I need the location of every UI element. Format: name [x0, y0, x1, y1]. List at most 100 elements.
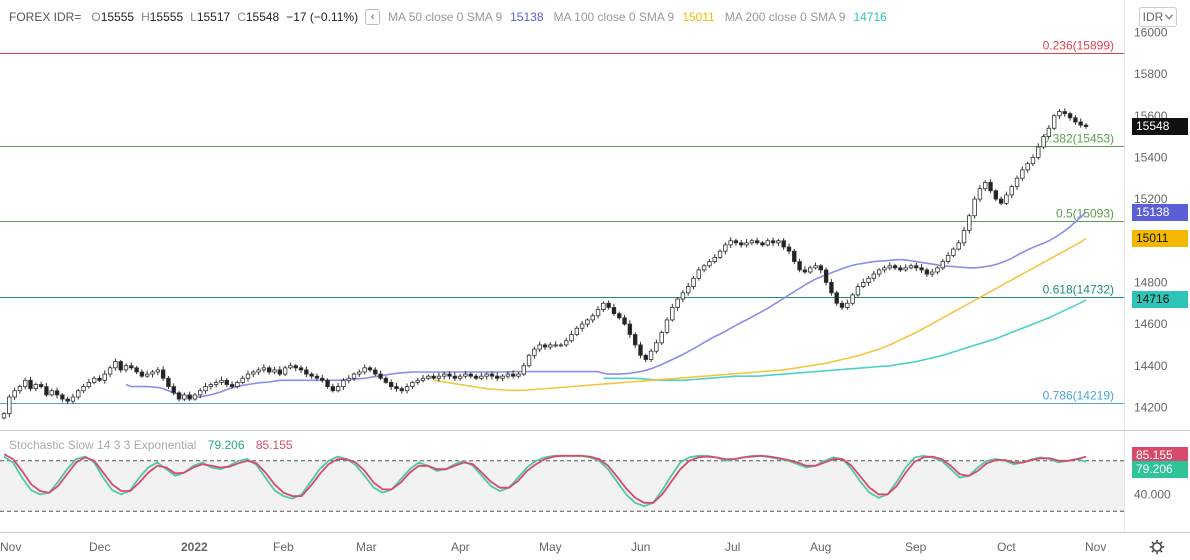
- time-tick: Apr: [451, 540, 470, 554]
- candle: [394, 382, 399, 392]
- candle: [617, 311, 622, 320]
- gear-icon[interactable]: [1149, 539, 1165, 555]
- candle-body: [1025, 163, 1030, 171]
- candle-body: [150, 371, 155, 375]
- candle: [892, 263, 898, 271]
- candle: [155, 367, 161, 376]
- candle: [972, 196, 977, 219]
- candle-body: [988, 182, 993, 192]
- candle: [638, 341, 643, 359]
- candle-body: [367, 367, 373, 371]
- candle-body: [1057, 111, 1062, 117]
- ma100-line: [433, 237, 1087, 392]
- candle-body: [829, 282, 834, 294]
- candle-body: [420, 377, 426, 381]
- candle-body: [569, 334, 574, 342]
- candle: [49, 388, 54, 397]
- stochastic-k-value: 79.206: [207, 438, 245, 452]
- candle: [23, 377, 28, 390]
- candle: [1036, 143, 1041, 160]
- candle: [855, 283, 861, 297]
- candle-body: [399, 388, 404, 392]
- fib-label: 0.236(15899): [1043, 39, 1114, 53]
- candle-body: [595, 309, 601, 317]
- candle: [1025, 161, 1030, 173]
- grid: [0, 0, 1190, 533]
- candle: [166, 375, 171, 390]
- candle: [65, 396, 70, 405]
- candle: [452, 372, 458, 381]
- candle: [176, 391, 182, 402]
- candle-body: [622, 317, 627, 325]
- candle-body: [781, 240, 786, 248]
- candle-body: [452, 375, 458, 379]
- candle-body: [876, 269, 882, 275]
- candle-body: [1067, 113, 1073, 119]
- candle-body: [500, 375, 505, 379]
- candle: [526, 353, 532, 368]
- candle-body: [351, 373, 357, 379]
- candle-body: [70, 396, 76, 402]
- candle: [606, 300, 611, 310]
- candle: [282, 365, 288, 376]
- candle-body: [505, 373, 511, 377]
- candles: [1, 108, 1089, 420]
- candle: [834, 290, 839, 306]
- candle: [786, 243, 792, 254]
- candle-body: [1004, 194, 1009, 204]
- time-tick: Nov: [1085, 540, 1106, 554]
- candle: [956, 240, 961, 251]
- candle: [1046, 125, 1052, 139]
- candle-body: [945, 254, 951, 262]
- candle-body: [203, 386, 208, 392]
- candle-body: [113, 361, 118, 369]
- stochastic-title[interactable]: Stochastic Slow 14 3 3 Exponential: [9, 438, 196, 452]
- fib-label: 0.382(15453): [1043, 132, 1114, 146]
- candle-body: [208, 384, 214, 387]
- candle: [139, 369, 145, 379]
- candle-body: [171, 386, 176, 394]
- candle: [601, 301, 606, 312]
- candle: [569, 330, 574, 343]
- candle: [1004, 191, 1009, 205]
- time-axis[interactable]: Nov Dec 2022 Feb Mar Apr May Jun Jul Aug Sep Oct Nov: [0, 540, 1106, 554]
- candle: [749, 238, 755, 246]
- candle-body: [65, 398, 70, 402]
- candle: [1020, 166, 1025, 182]
- candle: [627, 320, 633, 338]
- candle-body: [489, 373, 495, 377]
- candle-body: [786, 246, 792, 252]
- candle: [961, 226, 967, 247]
- price-tick: 14600: [1134, 317, 1168, 331]
- candle-body: [861, 282, 866, 287]
- candle: [983, 180, 988, 192]
- candle-body: [288, 365, 293, 369]
- candle: [277, 366, 283, 377]
- candle-body: [919, 267, 924, 271]
- candle: [659, 330, 664, 345]
- candle-body: [1041, 136, 1046, 148]
- candle: [839, 300, 845, 310]
- candle-body: [28, 379, 33, 390]
- stochastic-d-value: 85.155: [255, 438, 293, 452]
- candle-body: [463, 373, 468, 377]
- candle: [998, 196, 1004, 206]
- candle-body: [410, 382, 415, 387]
- candle: [802, 266, 808, 275]
- candle-body: [558, 344, 564, 347]
- candle: [97, 375, 102, 382]
- candle-body: [542, 344, 548, 348]
- candle: [813, 262, 818, 270]
- candle-body: [686, 286, 691, 294]
- candle: [914, 262, 919, 272]
- candle: [145, 370, 150, 378]
- candle-body: [129, 365, 134, 369]
- candle-body: [818, 265, 824, 271]
- candle: [219, 376, 224, 385]
- price-chart[interactable]: 0.236(15899)0.382(15453)0.5(15093)0.618(…: [0, 0, 1190, 560]
- candle-body: [712, 257, 717, 262]
- candle-body: [49, 390, 54, 396]
- candle: [744, 239, 749, 248]
- candle: [123, 363, 129, 373]
- candle-body: [574, 327, 580, 335]
